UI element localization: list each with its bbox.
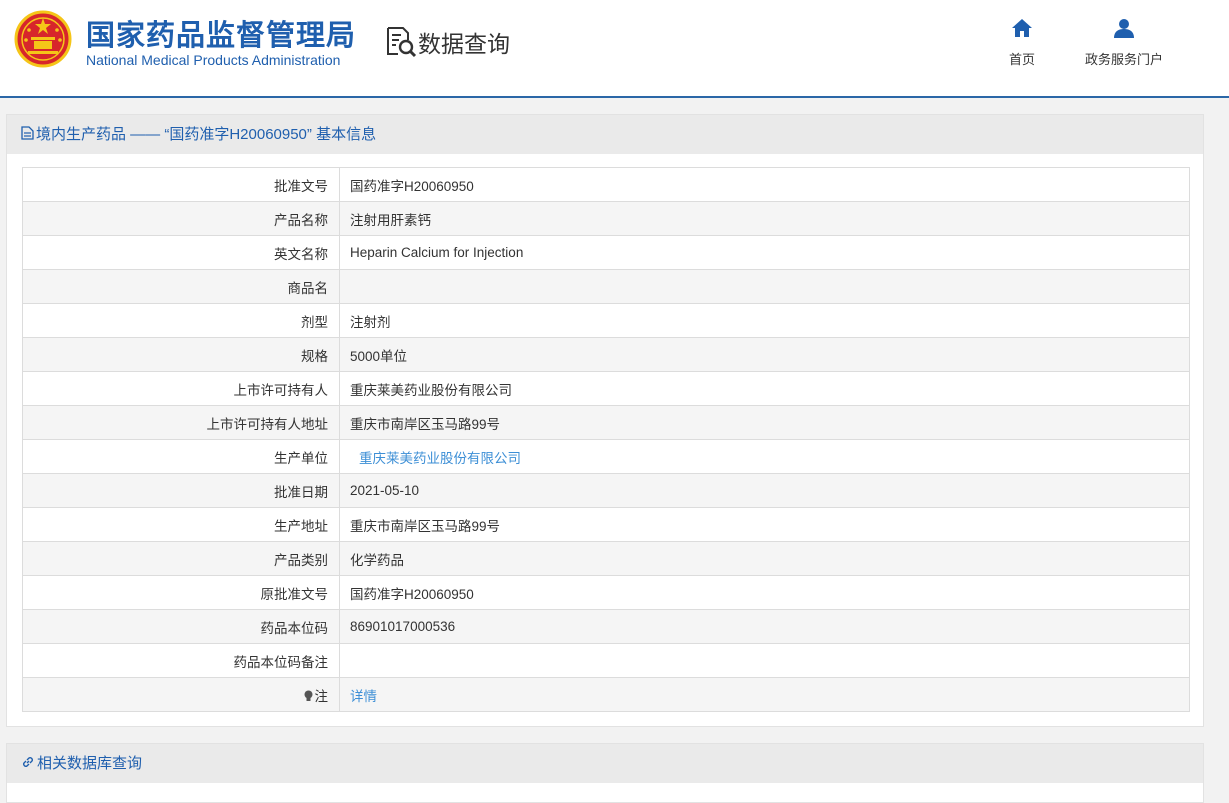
row-label: 药品本位码备注 <box>22 643 340 678</box>
detail-panel-title: 境内生产药品 —— “国药准字H20060950” 基本信息 <box>36 126 377 143</box>
table-row: 剂型 注射剂 <box>22 303 1190 338</box>
manufacturer-link[interactable]: 重庆莱美药业股份有限公司 <box>350 451 521 466</box>
row-value: 重庆市南岸区玉马路99号 <box>339 507 1190 542</box>
row-value: 重庆莱美药业股份有限公司 <box>339 371 1190 406</box>
table-row: 注 详情 <box>22 677 1190 712</box>
row-label: 批准文号 <box>22 167 340 202</box>
row-label: 上市许可持有人 <box>22 371 340 406</box>
row-value: 国药准字H20060950 <box>339 167 1190 202</box>
row-value: 2021-05-10 <box>339 473 1190 508</box>
details-link[interactable]: 详情 <box>350 689 377 704</box>
drug-detail-panel: 境内生产药品 —— “国药准字H20060950” 基本信息 批准文号 国药准字H… <box>6 114 1204 727</box>
nav-service-portal-label: 政务服务门户 <box>1084 52 1163 67</box>
row-value: 5000单位 <box>339 337 1190 372</box>
table-row: 上市许可持有人地址 重庆市南岸区玉马路99号 <box>22 405 1190 440</box>
table-row: 药品本位码 86901017000536 <box>22 609 1190 644</box>
link-icon <box>23 757 33 767</box>
table-row: 英文名称 Heparin Calcium for Injection <box>22 235 1190 270</box>
row-label: 规格 <box>22 337 340 372</box>
row-label: 剂型 <box>22 303 340 338</box>
related-panel-header: 相关数据库查询 <box>7 744 1203 783</box>
document-search-icon <box>387 27 417 58</box>
table-row: 药品本位码备注 <box>22 643 1190 678</box>
row-value: 注射剂 <box>339 303 1190 338</box>
org-name-en: National Medical Products Administration <box>86 52 341 68</box>
row-value: Heparin Calcium for Injection <box>339 235 1190 270</box>
related-panel-title: 相关数据库查询 <box>37 755 143 772</box>
row-label: 上市许可持有人地址 <box>22 405 340 440</box>
row-value: 化学药品 <box>339 541 1190 576</box>
related-database-panel: 相关数据库查询 <box>6 743 1204 803</box>
document-icon <box>21 126 34 140</box>
row-value: 86901017000536 <box>339 609 1190 644</box>
table-row: 批准文号 国药准字H20060950 <box>22 167 1190 202</box>
table-row: 产品类别 化学药品 <box>22 541 1190 576</box>
table-row: 规格 5000单位 <box>22 337 1190 372</box>
table-row: 商品名 <box>22 269 1190 304</box>
table-row: 原批准文号 国药准字H20060950 <box>22 575 1190 610</box>
row-value: 国药准字H20060950 <box>339 575 1190 610</box>
home-icon <box>1012 19 1032 37</box>
row-label: 产品名称 <box>22 201 340 236</box>
page-subtitle: 数据查询 <box>418 31 510 57</box>
table-row: 生产地址 重庆市南岸区玉马路99号 <box>22 507 1190 542</box>
nav-service-portal[interactable]: 政务服务门户 <box>1076 18 1172 68</box>
row-label: 英文名称 <box>22 235 340 270</box>
national-emblem-icon <box>14 10 72 68</box>
drug-info-table: 批准文号 国药准字H20060950 产品名称 注射用肝素钙 英文名称 Heparin… <box>22 167 1190 712</box>
org-name-cn: 国家药品监督管理局 <box>86 20 357 52</box>
row-label: 商品名 <box>22 269 340 304</box>
row-value <box>339 269 1190 304</box>
row-label: 批准日期 <box>22 473 340 508</box>
row-label: 药品本位码 <box>22 609 340 644</box>
table-row: 产品名称 注射用肝素钙 <box>22 201 1190 236</box>
table-row: 上市许可持有人 重庆莱美药业股份有限公司 <box>22 371 1190 406</box>
nav-home-label: 首页 <box>1008 52 1035 67</box>
site-header: 国家药品监督管理局 National Medical Products Admi… <box>0 0 1229 96</box>
table-row: 生产单位 重庆莱美药业股份有限公司 <box>22 439 1190 474</box>
row-value <box>339 643 1190 678</box>
detail-panel-header: 境内生产药品 —— “国药准字H20060950” 基本信息 <box>7 115 1203 154</box>
row-label: 原批准文号 <box>22 575 340 610</box>
nav-home[interactable]: 首页 <box>1000 18 1044 68</box>
row-label: 生产单位 <box>22 439 340 474</box>
row-label: 生产地址 <box>22 507 340 542</box>
user-icon <box>1114 19 1134 38</box>
table-row: 批准日期 2021-05-10 <box>22 473 1190 508</box>
note-label: 注 <box>314 688 329 704</box>
row-value: 注射用肝素钙 <box>339 201 1190 236</box>
lightbulb-icon <box>304 690 312 701</box>
row-value: 重庆市南岸区玉马路99号 <box>339 405 1190 440</box>
header-divider <box>0 96 1229 98</box>
row-label-note: 注 <box>22 677 340 712</box>
row-label: 产品类别 <box>22 541 340 576</box>
